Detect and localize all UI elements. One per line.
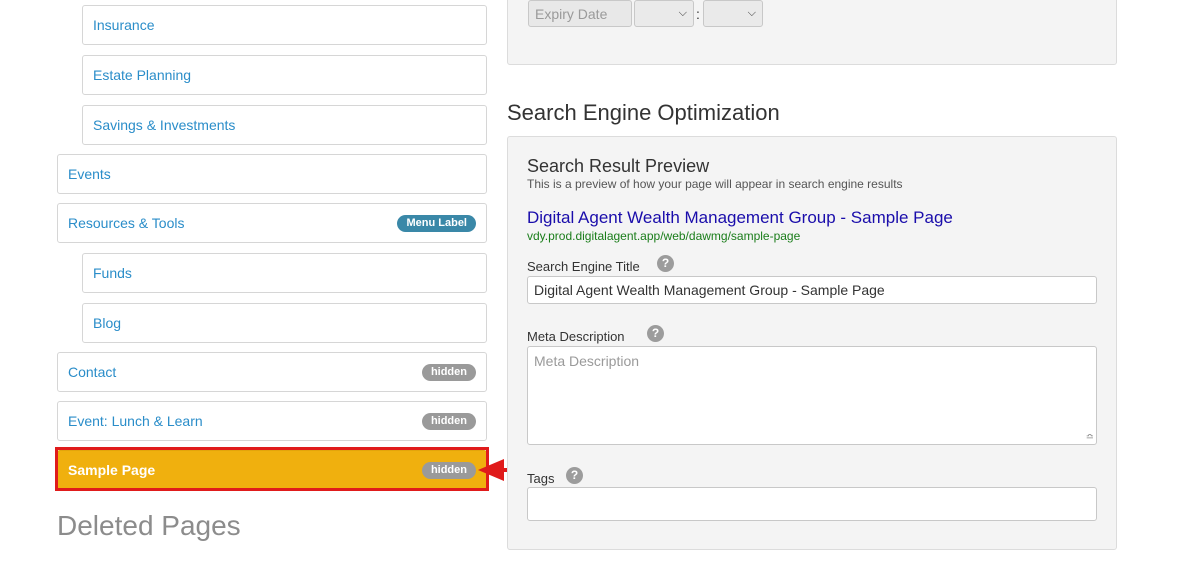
menu-label-badge: Menu Label [397,215,476,232]
nav-item-blog[interactable]: Blog [82,303,487,343]
nav-item-label: Resources & Tools [68,215,185,231]
nav-item-label: Events [68,166,111,182]
nav-item-contact[interactable]: Contact hidden [57,352,487,392]
nav-item-label: Blog [93,315,122,331]
tags-label: Tags [527,471,555,486]
hidden-badge: hidden [421,413,476,430]
expiry-hour-select[interactable]: ⌵ [634,0,694,27]
nav-item-label: Event: Lunch & Learn [68,413,203,429]
nav-item-sample-page[interactable]: Sample Page hidden [57,450,487,490]
nav-item-estate-planning[interactable]: Estate Planning [82,55,487,95]
tags-input[interactable] [527,487,1097,521]
nav-item-label: Funds [93,265,132,281]
nav-item-events[interactable]: Events [57,154,487,194]
preview-title-link[interactable]: Digital Agent Wealth Management Group - … [527,208,953,228]
search-engine-title-input[interactable]: Digital Agent Wealth Management Group - … [527,276,1097,304]
nav-item-label: Savings & Investments [93,117,236,133]
resize-handle-icon[interactable]: ≏ [1086,432,1094,443]
time-separator: : [696,6,700,22]
expiry-panel: Expiry Date ⌵ : ⌵ [507,0,1117,65]
expiry-minute-select[interactable]: ⌵ [703,0,763,27]
preview-help-text: This is a preview of how your page will … [527,177,903,191]
chevron-down-icon: ⌵ [678,7,687,19]
preview-label: Search Result Preview [527,156,710,176]
deleted-pages-title: Deleted Pages [57,510,241,541]
nav-item-funds[interactable]: Funds [82,253,487,293]
seo-heading: Search Engine Optimization [507,100,780,125]
nav-item-event-lunch-learn[interactable]: Event: Lunch & Learn hidden [57,401,487,441]
expiry-date-input[interactable]: Expiry Date [528,0,632,27]
nav-item-savings-investments[interactable]: Savings & Investments [82,105,487,145]
help-icon[interactable]: ? [657,255,674,272]
meta-description-placeholder: Meta Description [534,353,640,369]
hidden-badge: hidden [421,364,476,381]
nav-item-label: Contact [68,364,117,380]
search-engine-title-label: Search Engine Title [527,259,640,274]
hidden-badge: hidden [421,462,476,479]
help-icon[interactable]: ? [566,467,583,484]
help-icon[interactable]: ? [647,325,664,342]
meta-description-label: Meta Description [527,329,625,344]
nav-item-label: Insurance [93,17,155,33]
meta-description-textarea[interactable]: Meta Description ≏ [527,346,1097,445]
seo-panel: Search Result Preview This is a preview … [507,136,1117,550]
nav-item-insurance[interactable]: Insurance [82,5,487,45]
chevron-down-icon: ⌵ [747,7,756,19]
nav-item-label: Estate Planning [93,67,192,83]
preview-url: vdy.prod.digitalagent.app/web/dawmg/samp… [527,229,801,243]
nav-item-label: Sample Page [68,462,156,478]
nav-item-resources-tools[interactable]: Resources & Tools Menu Label [57,203,487,243]
